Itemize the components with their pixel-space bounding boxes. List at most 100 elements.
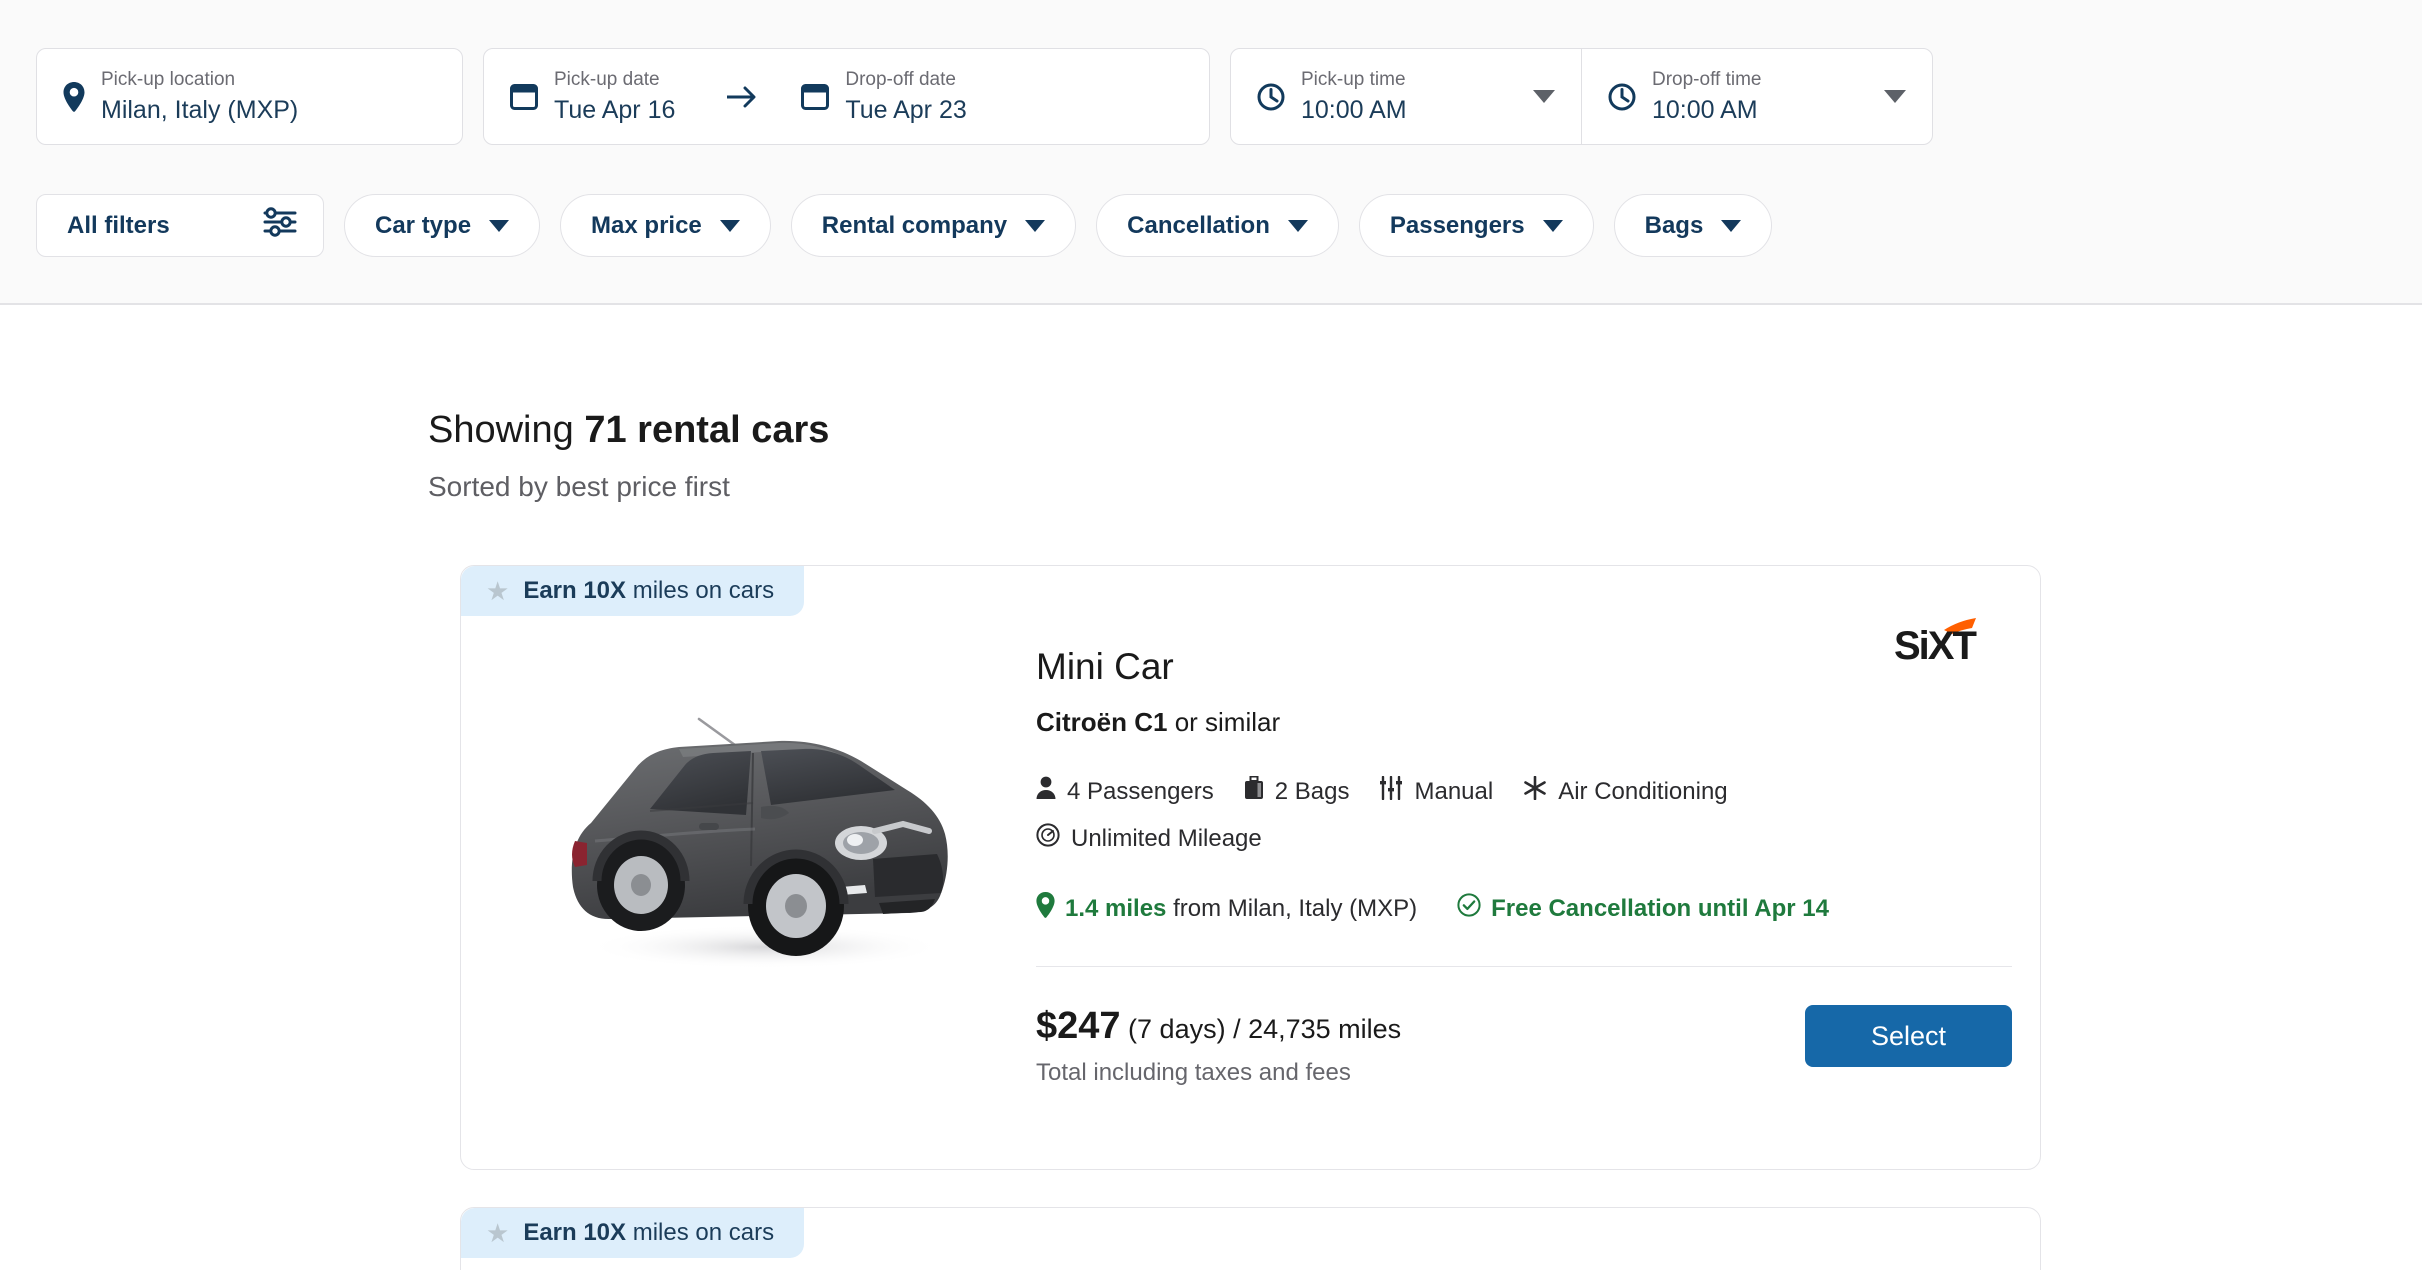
map-pin-icon	[1036, 892, 1055, 925]
filter-bar: All filters Car type Max price Rental co…	[36, 194, 1773, 257]
car-info: Mini Car Citroën C1 or similar 4 Passeng…	[1036, 644, 2026, 925]
filter-chip-rental-company[interactable]: Rental company	[790, 194, 1077, 257]
chevron-down-icon	[719, 219, 740, 232]
distance-value: 1.4 miles	[1065, 894, 1167, 922]
pickup-date-value: Tue Apr 16	[554, 95, 676, 124]
car-image	[483, 676, 1043, 1006]
clock-icon	[1608, 83, 1636, 111]
filter-chip-label: Car type	[375, 211, 472, 239]
pickup-date-label: Pick-up date	[554, 68, 660, 90]
pickup-time-inner: Pick-up time 10:00 AM	[1257, 49, 1407, 144]
pickup-location-value: Milan, Italy (MXP)	[101, 95, 299, 124]
pickup-date-field[interactable]: Pick-up date Tue Apr 16	[510, 49, 675, 144]
chevron-down-icon[interactable]	[1884, 90, 1906, 103]
spec-transmission: Manual	[1379, 775, 1493, 807]
sliders-icon	[263, 207, 297, 244]
filter-chip-label: Max price	[591, 211, 702, 239]
price-note: Total including taxes and fees	[1036, 1059, 1351, 1086]
price-block: $247 (7 days) / 24,735 miles Total inclu…	[1036, 1006, 1401, 1087]
price-amount: $247	[1036, 1005, 1121, 1047]
car-model: Citroën C1 or similar	[1036, 706, 2026, 738]
pickup-location-text: Pick-up location Milan, Italy (MXP)	[101, 69, 298, 125]
dropoff-date-value: Tue Apr 23	[845, 95, 967, 124]
filter-chip-label: Passengers	[1389, 211, 1525, 239]
calendar-icon	[801, 83, 830, 111]
select-button[interactable]: Select	[1805, 1005, 2012, 1067]
dropoff-time-label: Drop-off time	[1652, 68, 1762, 90]
person-icon	[1036, 776, 1056, 807]
spec-label: Air Conditioning	[1558, 777, 1728, 805]
results-heading-prefix: Showing	[428, 409, 585, 451]
suitcase-icon	[1244, 775, 1264, 807]
star-icon: ★	[486, 576, 510, 606]
check-circle-icon	[1457, 893, 1481, 924]
all-filters-button[interactable]: All filters	[36, 194, 324, 257]
earn-miles-badge: ★ Earn 10X miles on cars	[461, 1208, 805, 1258]
filter-chip-passengers[interactable]: Passengers	[1358, 194, 1594, 257]
pickup-location-field[interactable]: Pick-up location Milan, Italy (MXP)	[36, 48, 463, 145]
earn-miles-badge: ★ Earn 10X miles on cars	[461, 566, 805, 616]
price-line: $247 (7 days) / 24,735 miles	[1036, 1006, 1401, 1049]
price-detail: (7 days) / 24,735 miles	[1120, 1014, 1402, 1044]
car-specs-row: 4 Passengers 2 Bags Manual Air Condition…	[1036, 775, 2026, 807]
car-model-rest: or similar	[1167, 707, 1281, 737]
filter-chip-max-price[interactable]: Max price	[560, 194, 771, 257]
results-sort-label: Sorted by best price first	[428, 471, 730, 502]
pickup-location-inner: Pick-up location Milan, Italy (MXP)	[63, 49, 298, 144]
search-header: Pick-up location Milan, Italy (MXP) Pick…	[0, 0, 2422, 305]
chevron-down-icon[interactable]	[1533, 90, 1555, 103]
spec-label: 2 Bags	[1274, 777, 1350, 805]
results-count-heading: Showing 71 rental cars	[428, 407, 829, 453]
spec-passengers: 4 Passengers	[1036, 776, 1214, 807]
transmission-icon	[1379, 775, 1403, 807]
clock-icon	[1257, 83, 1285, 111]
dropoff-time-value: 10:00 AM	[1652, 95, 1758, 124]
results-region: Showing 71 rental cars Sorted by best pr…	[0, 307, 2422, 1270]
filter-chip-car-type[interactable]: Car type	[344, 194, 541, 257]
pickup-time-field[interactable]: Pick-up time 10:00 AM	[1231, 49, 1581, 144]
earn-miles-rest: miles on cars	[626, 577, 775, 604]
chevron-down-icon	[1025, 219, 1046, 232]
earn-miles-text: Earn 10X miles on cars	[523, 577, 774, 605]
cancellation-text: Free Cancellation until Apr 14	[1491, 894, 1829, 922]
pickup-time-value: 10:00 AM	[1301, 95, 1407, 124]
spec-bags: 2 Bags	[1244, 775, 1350, 807]
time-fields: Pick-up time 10:00 AM Drop-off time 10:0…	[1230, 48, 1933, 145]
date-range-field[interactable]: Pick-up date Tue Apr 16 Drop-off date Tu…	[483, 48, 1210, 145]
filter-chip-label: Rental company	[821, 211, 1008, 239]
dropoff-date-field[interactable]: Drop-off date Tue Apr 23	[801, 49, 967, 144]
filter-chip-cancellation[interactable]: Cancellation	[1096, 194, 1339, 257]
cancellation-info: Free Cancellation until Apr 14	[1457, 893, 1829, 924]
spec-mileage: Unlimited Mileage	[1036, 823, 1262, 854]
star-icon: ★	[486, 1218, 510, 1248]
car-model-strong: Citroën C1	[1036, 707, 1168, 737]
distance-info: 1.4 miles from Milan, Italy (MXP)	[1036, 892, 1417, 925]
car-meta-row: 1.4 miles from Milan, Italy (MXP) Free C…	[1036, 892, 2026, 925]
map-pin-icon	[63, 81, 85, 112]
spec-air-conditioning: Air Conditioning	[1523, 775, 1728, 807]
chevron-down-icon	[489, 219, 510, 232]
car-result-card-next[interactable]: ★ Earn 10X miles on cars	[460, 1207, 2041, 1270]
spec-label: Unlimited Mileage	[1071, 824, 1262, 852]
filter-chip-bags[interactable]: Bags	[1613, 194, 1773, 257]
pickup-time-label: Pick-up time	[1301, 68, 1406, 90]
earn-miles-strong: Earn 10X	[523, 1219, 627, 1246]
gauge-icon	[1036, 823, 1060, 854]
earn-miles-text: Earn 10X miles on cars	[523, 1219, 774, 1247]
snowflake-icon	[1523, 775, 1547, 807]
dropoff-time-inner: Drop-off time 10:00 AM	[1608, 49, 1761, 144]
pickup-location-label: Pick-up location	[101, 68, 236, 90]
pickup-time-text: Pick-up time 10:00 AM	[1301, 69, 1407, 125]
date-arrow-icon	[727, 86, 759, 108]
car-result-card[interactable]: ★ Earn 10X miles on cars SiXT Mini Car C…	[460, 565, 2041, 1170]
dropoff-date-text: Drop-off date Tue Apr 23	[845, 69, 966, 125]
dropoff-date-label: Drop-off date	[845, 68, 956, 90]
earn-miles-strong: Earn 10X	[523, 577, 627, 604]
earn-miles-rest: miles on cars	[626, 1219, 775, 1246]
chevron-down-icon	[1721, 219, 1742, 232]
distance-text: 1.4 miles from Milan, Italy (MXP)	[1065, 895, 1417, 923]
dropoff-time-text: Drop-off time 10:00 AM	[1652, 69, 1761, 125]
dropoff-time-field[interactable]: Drop-off time 10:00 AM	[1581, 49, 1932, 144]
card-divider	[1036, 966, 2012, 967]
car-specs-row-2: Unlimited Mileage	[1036, 823, 2026, 854]
